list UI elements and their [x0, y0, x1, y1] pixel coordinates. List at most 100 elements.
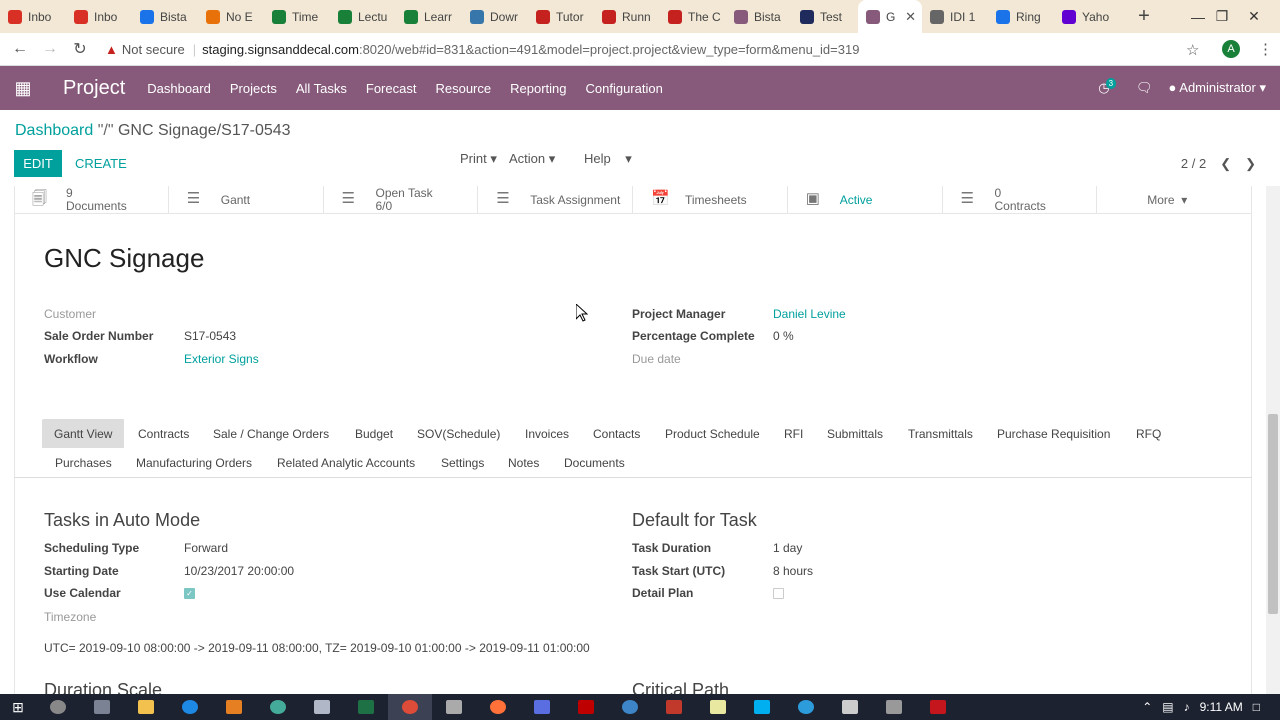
scrollbar-thumb[interactable]	[1268, 414, 1278, 614]
detail-plan-checkbox[interactable]	[773, 588, 784, 599]
network-icon[interactable]: ▤	[1162, 700, 1173, 714]
scrollbar[interactable]	[1266, 186, 1280, 694]
tab-rfq[interactable]: RFQ	[1124, 419, 1173, 448]
taskbar-app-1[interactable]	[36, 694, 80, 720]
chrome-icon[interactable]	[388, 694, 432, 720]
activity-icon[interactable]: ◷3	[1098, 78, 1120, 96]
menu-forecast[interactable]: Forecast	[366, 81, 417, 96]
menu-reporting[interactable]: Reporting	[510, 81, 566, 96]
notifications-icon[interactable]: □	[1253, 700, 1260, 714]
tab-sov-schedule[interactable]: SOV(Schedule)	[405, 419, 512, 448]
taskbar-app-19[interactable]	[828, 694, 872, 720]
menu-dashboard[interactable]: Dashboard	[147, 81, 211, 96]
tray-chevron-icon[interactable]: ⌃	[1142, 700, 1152, 714]
url-field[interactable]: staging.signsanddecal.com:8020/web#id=83…	[202, 42, 859, 57]
taskbar-app-14[interactable]	[608, 694, 652, 720]
tab-related-analytic-accounts[interactable]: Related Analytic Accounts	[265, 448, 427, 477]
tab-notes[interactable]: Notes	[496, 448, 551, 477]
filezilla-icon[interactable]	[564, 694, 608, 720]
browser-tab[interactable]: Bista	[132, 0, 198, 33]
timesheets-smart-button[interactable]: 📅 Timesheets	[633, 186, 788, 214]
taskbar-app-6[interactable]	[256, 694, 300, 720]
tab-transmittals[interactable]: Transmittals	[896, 419, 985, 448]
browser-tab[interactable]: Bista	[726, 0, 792, 33]
skype-icon[interactable]	[740, 694, 784, 720]
contracts-smart-button[interactable]: ☰ 0 Contracts	[943, 186, 1098, 214]
tab-contacts[interactable]: Contacts	[581, 419, 652, 448]
firefox-icon[interactable]	[476, 694, 520, 720]
close-tab-icon[interactable]: ✕	[905, 9, 916, 25]
new-tab-button[interactable]: +	[1130, 0, 1158, 33]
breadcrumb-dashboard[interactable]: Dashboard	[15, 122, 93, 139]
browser-tab[interactable]: Inbo	[0, 0, 66, 33]
menu-resource[interactable]: Resource	[435, 81, 491, 96]
tab-product-schedule[interactable]: Product Schedule	[653, 419, 772, 448]
documents-smart-button[interactable]: 🗐 9 Documents	[14, 186, 169, 214]
pager-value[interactable]: 2 / 2	[1181, 156, 1206, 172]
taskbar-app-7[interactable]	[300, 694, 344, 720]
browser-tab[interactable]: No E	[198, 0, 264, 33]
tab-documents[interactable]: Documents	[552, 448, 637, 477]
taskbar-clock[interactable]: 9:11 AM	[1200, 700, 1243, 714]
use-calendar-checkbox[interactable]: ✓	[184, 588, 195, 599]
apps-grid-icon[interactable]: ▦	[0, 78, 46, 99]
volume-icon[interactable]: ♪	[1184, 700, 1190, 714]
tab-settings[interactable]: Settings	[429, 448, 496, 477]
back-icon[interactable]: ←	[5, 40, 35, 58]
file-explorer-icon[interactable]	[124, 694, 168, 720]
open-task-smart-button[interactable]: ☰ Open Task 6/0	[324, 186, 479, 214]
browser-tab[interactable]: Lectu	[330, 0, 396, 33]
notepad-icon[interactable]	[696, 694, 740, 720]
browser-tab[interactable]: Yaho	[1054, 0, 1120, 33]
reload-icon[interactable]: ↻	[65, 39, 95, 59]
taskbar-app-20[interactable]	[872, 694, 916, 720]
browser-menu-icon[interactable]: ⋮	[1258, 40, 1273, 58]
tab-sale-change-orders[interactable]: Sale / Change Orders	[201, 419, 341, 448]
excel-icon[interactable]	[344, 694, 388, 720]
browser-tab[interactable]: Runn	[594, 0, 660, 33]
taskbar-app-10[interactable]	[432, 694, 476, 720]
acrobat-icon[interactable]	[916, 694, 960, 720]
task-assignment-smart-button[interactable]: ☰ Task Assignment	[478, 186, 633, 214]
tab-budget[interactable]: Budget	[343, 419, 405, 448]
browser-tab[interactable]: Ring	[988, 0, 1054, 33]
create-button[interactable]: CREATE	[75, 156, 127, 171]
browser-tab[interactable]: Tutor	[528, 0, 594, 33]
taskbar-app-15[interactable]	[652, 694, 696, 720]
workflow-link[interactable]: Exterior Signs	[184, 352, 259, 366]
close-window-icon[interactable]: ✕	[1238, 0, 1270, 33]
browser-tab[interactable]: Time	[264, 0, 330, 33]
browser-tab[interactable]: G ✕	[858, 0, 922, 33]
browser-tab[interactable]: Dowr	[462, 0, 528, 33]
more-dropdown[interactable]: More ▾	[1097, 186, 1252, 214]
tab-invoices[interactable]: Invoices	[513, 419, 581, 448]
ie-icon[interactable]	[168, 694, 212, 720]
forward-icon[interactable]: →	[35, 40, 65, 58]
browser-tab[interactable]: Test	[792, 0, 858, 33]
menu-configuration[interactable]: Configuration	[585, 81, 662, 96]
pager-prev-icon[interactable]: ❮	[1220, 156, 1231, 172]
project-manager-link[interactable]: Daniel Levine	[773, 307, 846, 321]
tab-contracts[interactable]: Contracts	[126, 419, 201, 448]
chat-icon[interactable]: 🗨	[1136, 80, 1153, 96]
tab-submittals[interactable]: Submittals	[815, 419, 895, 448]
not-secure-indicator[interactable]: ▲ Not secure	[105, 42, 185, 57]
browser-tab[interactable]: Inbo	[66, 0, 132, 33]
profile-avatar[interactable]: A	[1222, 40, 1240, 58]
action-dropdown[interactable]: Action ▾	[509, 151, 555, 167]
start-icon[interactable]: ⊞	[0, 694, 36, 720]
tab-purchases[interactable]: Purchases	[43, 448, 124, 477]
tab-rfi[interactable]: RFI	[772, 419, 815, 448]
bookmark-star-icon[interactable]: ☆	[1186, 41, 1199, 59]
tab-manufacturing-orders[interactable]: Manufacturing Orders	[124, 448, 264, 477]
taskbar-app-18[interactable]	[784, 694, 828, 720]
print-dropdown[interactable]: Print ▾	[460, 151, 497, 167]
user-menu[interactable]: ● Administrator ▾	[1169, 80, 1266, 96]
browser-tab[interactable]: The C	[660, 0, 726, 33]
app-brand[interactable]: Project	[63, 77, 125, 100]
active-toggle-button[interactable]: ▣ Active	[788, 186, 943, 214]
taskbar-app-2[interactable]	[80, 694, 124, 720]
edit-button[interactable]: EDIT	[14, 150, 62, 177]
menu-all-tasks[interactable]: All Tasks	[296, 81, 347, 96]
menu-projects[interactable]: Projects	[230, 81, 277, 96]
